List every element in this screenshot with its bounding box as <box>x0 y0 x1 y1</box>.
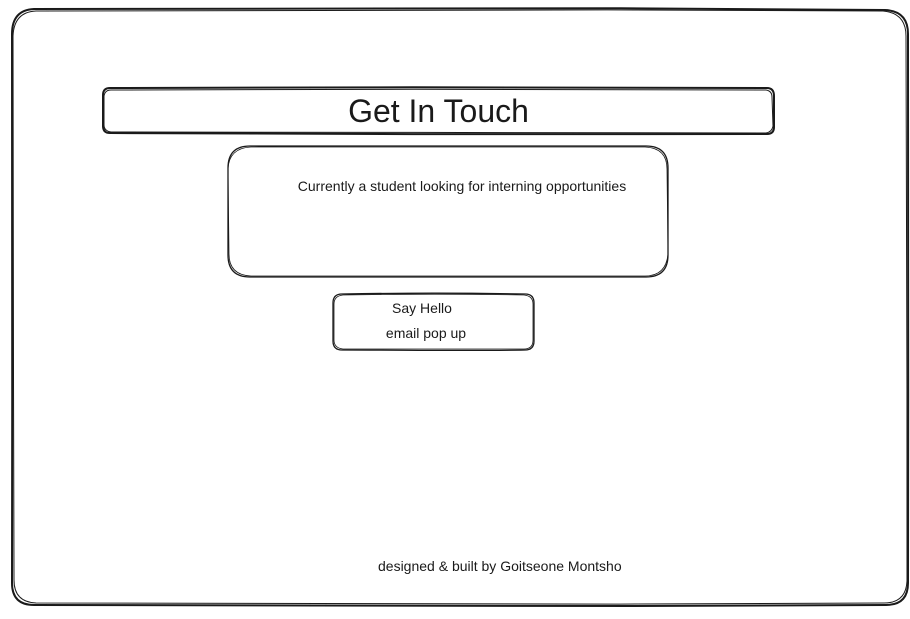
about-box <box>227 144 669 279</box>
email-popup-note: email pop up <box>385 325 467 341</box>
about-text: Currently a student looking for internin… <box>297 178 627 194</box>
say-hello-label: Say Hello <box>392 300 452 316</box>
say-hello-button[interactable]: Say Hello email pop up <box>333 294 534 350</box>
page-title: Get In Touch <box>348 92 529 129</box>
footer-credit: designed & built by Goitseone Montsho <box>378 558 622 574</box>
